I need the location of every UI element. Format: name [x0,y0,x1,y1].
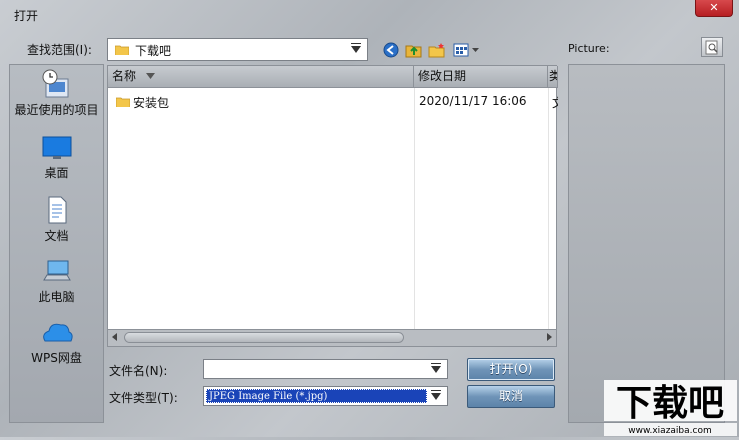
filename-input[interactable] [203,359,448,379]
filetype-select[interactable]: JPEG Image File (*.jpg) [203,386,448,406]
places-bar: 最近使用的项目 桌面 文档 此电脑 WPS网盘 [9,64,104,423]
documents-icon [48,196,66,224]
up-folder-icon[interactable] [405,42,423,58]
picture-preview [568,64,725,423]
filename-label: 文件名(N): [109,364,168,378]
scrollbar-thumb[interactable] [124,332,404,343]
recent-items-icon [42,69,68,98]
new-folder-icon[interactable] [428,42,446,58]
place-label: WPS网盘 [31,351,82,365]
chevron-down-icon[interactable] [431,363,441,373]
folder-icon [116,97,130,107]
place-desktop[interactable]: 桌面 [10,134,103,181]
filetype-value: JPEG Image File (*.jpg) [206,389,427,403]
place-label: 桌面 [44,166,69,180]
watermark-logo: 下载吧 www.xiazaiba.com [600,378,739,437]
cancel-button[interactable]: 取消 [467,385,555,408]
file-name: 安装包 [133,96,170,110]
scroll-left-icon[interactable] [112,333,117,341]
preview-toggle-button[interactable] [701,37,723,57]
back-icon[interactable] [382,42,400,58]
scroll-right-icon[interactable] [547,333,552,341]
file-type: 文 [552,94,558,111]
file-date: 2020/11/17 16:06 [419,94,527,108]
place-computer[interactable]: 此电脑 [10,256,103,305]
lookin-label: 查找范围(I): [27,43,92,57]
preview-label: Picture: [568,42,610,55]
computer-icon [42,260,71,281]
place-wps-cloud[interactable]: WPS网盘 [10,317,103,366]
column-divider [414,88,415,329]
column-label: 修改日期 [418,69,467,83]
horizontal-scrollbar[interactable] [108,329,556,346]
chevron-down-icon[interactable] [431,390,441,400]
view-menu-icon[interactable] [453,42,483,58]
folder-icon [115,45,129,55]
svg-text:下载吧: 下载吧 [616,383,724,424]
column-header-type[interactable]: 类 [548,66,558,88]
place-label: 此电脑 [38,290,75,304]
title-bar [0,0,739,30]
close-button[interactable]: ✕ [695,0,733,17]
lookin-value: 下载吧 [135,44,172,58]
file-list[interactable]: 名称 修改日期 类 安装包 2020/11/17 16:06 文 [107,65,558,347]
place-label: 最近使用的项目 [14,103,99,117]
lookin-combo[interactable]: 下载吧 [107,38,368,61]
preview-icon [705,40,718,55]
sort-icon [146,73,155,79]
desktop-icon [42,136,71,159]
place-recent[interactable]: 最近使用的项目 [10,69,103,118]
column-header-date[interactable]: 修改日期 [414,66,548,88]
column-label: 名称 [112,69,137,83]
close-icon: ✕ [709,1,719,14]
filetype-label: 文件类型(T): [109,391,178,405]
cloud-icon [42,323,73,342]
chevron-down-icon[interactable] [351,43,361,53]
window-title: 打开 [14,9,39,23]
place-documents[interactable]: 文档 [10,195,103,244]
open-button[interactable]: 打开(O) [467,358,555,381]
column-label: 类 [549,69,557,83]
column-header-name[interactable]: 名称 [108,66,414,88]
place-label: 文档 [44,229,69,243]
column-divider [548,88,549,329]
svg-text:www.xiazaiba.com: www.xiazaiba.com [628,426,712,436]
